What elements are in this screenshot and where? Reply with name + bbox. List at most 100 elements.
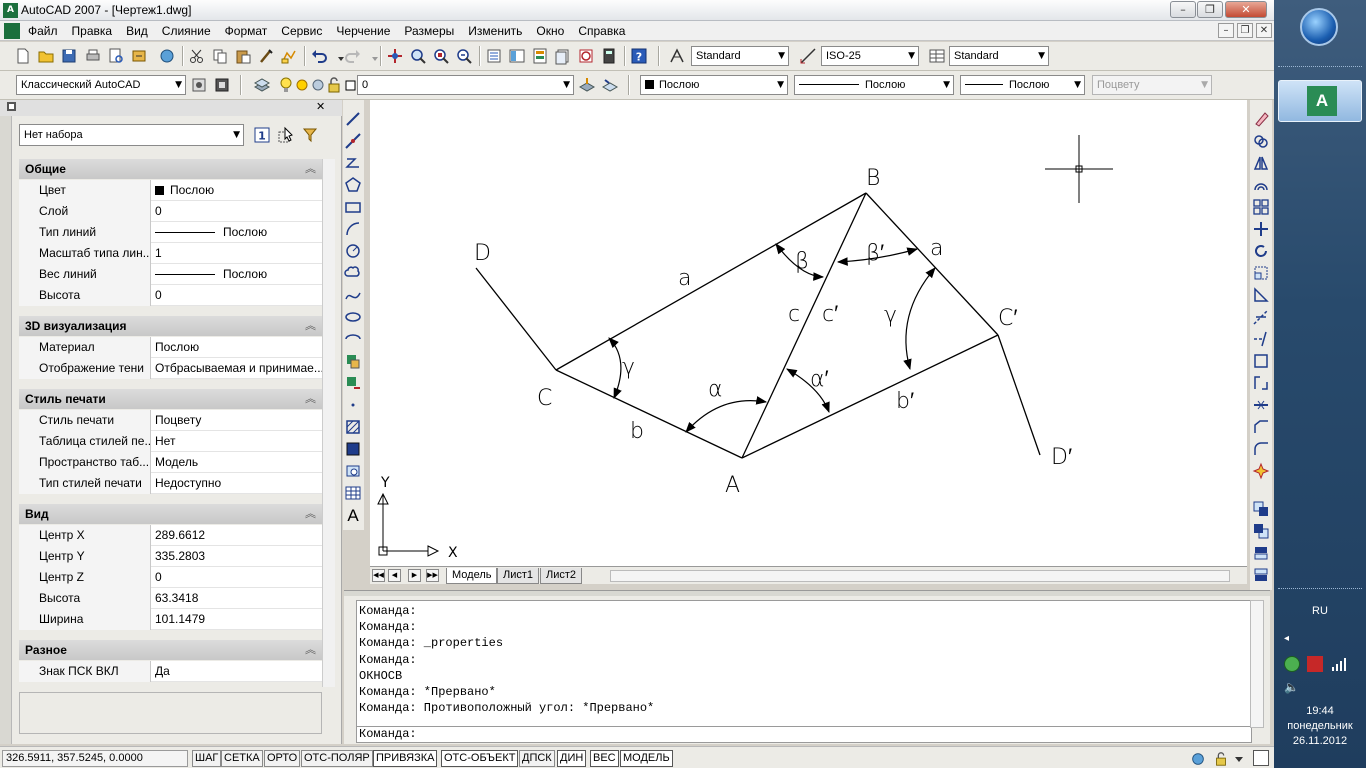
palette-scrollbar[interactable] [322, 159, 335, 687]
region-icon[interactable] [344, 462, 362, 480]
close-button[interactable]: ✕ [1225, 1, 1267, 18]
revision-cloud-icon[interactable] [344, 264, 362, 282]
paste-icon[interactable] [234, 47, 252, 65]
status-toggle-2[interactable]: ОРТО [264, 750, 301, 767]
property-value[interactable]: Недоступно [152, 473, 322, 494]
menu-item-1[interactable]: Правка [72, 24, 113, 38]
arc-icon[interactable] [344, 220, 362, 238]
explode-icon[interactable] [1252, 462, 1270, 480]
pan-realtime-icon[interactable] [386, 47, 404, 65]
table-style-icon[interactable] [928, 47, 946, 65]
doc-close-button[interactable]: ✕ [1256, 23, 1272, 38]
taskbar-autocad-button[interactable]: A [1278, 80, 1362, 122]
zoom-realtime-icon[interactable] [409, 47, 427, 65]
block-editor-icon[interactable] [280, 47, 298, 65]
property-row-general-4[interactable]: Вес линий Послою [19, 264, 322, 285]
document-icon[interactable] [4, 23, 20, 39]
help-icon[interactable]: ? [630, 47, 648, 65]
property-row-plot-2[interactable]: Пространство таб... Модель [19, 452, 322, 473]
volume-icon[interactable]: 🔈 [1284, 680, 1300, 696]
property-value[interactable]: Послою [152, 180, 322, 201]
status-toggle-8[interactable]: ВЕС [590, 750, 619, 767]
property-row-view-1[interactable]: Центр Y 335.2803 [19, 546, 322, 567]
redo-dropdown-icon[interactable] [366, 50, 378, 68]
property-value[interactable]: 1 [152, 243, 322, 264]
property-row-general-0[interactable]: Цвет Послою [19, 180, 322, 201]
angle-arc-gammap-cp[interactable] [903, 267, 936, 371]
command-input[interactable]: Команда: [356, 726, 1252, 743]
my-workspace-icon[interactable] [213, 76, 231, 94]
offset-icon[interactable] [1252, 176, 1270, 194]
doc-minimize-button[interactable]: – [1218, 23, 1234, 38]
workspace-settings-icon[interactable] [190, 76, 208, 94]
property-value[interactable]: Поцвету [152, 410, 322, 431]
property-value[interactable]: Да [152, 661, 322, 682]
status-toggle-6[interactable]: ДПСК [519, 750, 555, 767]
lineweight-control-combo[interactable]: Послою ▼ [960, 75, 1085, 95]
collapse-icon[interactable]: ︽ [305, 389, 316, 409]
horizontal-scrollbar[interactable] [610, 570, 1230, 582]
workspace-combo[interactable]: Классический AutoCAD ▼ [16, 75, 186, 95]
tab-layout2[interactable]: Лист2 [540, 568, 583, 584]
toggle-pickadd-icon[interactable]: 1 [253, 126, 271, 144]
communication-center-icon[interactable] [1190, 751, 1206, 767]
next-tab-button[interactable]: ▶ [408, 569, 421, 582]
gradient-icon[interactable] [344, 440, 362, 458]
spline-icon[interactable] [344, 286, 362, 304]
property-row-view-4[interactable]: Ширина 101.1479 [19, 609, 322, 630]
extend-icon[interactable] [1252, 330, 1270, 348]
palette-title-strip[interactable] [0, 116, 12, 744]
category-3d-visualization[interactable]: 3D визуализация ︽ [19, 316, 322, 336]
property-row-general-2[interactable]: Тип линий Послою [19, 222, 322, 243]
property-value[interactable]: 0 [152, 285, 322, 306]
menu-item-9[interactable]: Окно [536, 24, 564, 38]
ellipse-arc-icon[interactable] [344, 330, 362, 348]
plot-preview-icon[interactable] [107, 47, 125, 65]
text-style-combo[interactable]: Standard ▼ [691, 46, 789, 66]
tray-expand-icon[interactable]: ◂ [1284, 633, 1289, 644]
make-layer-current-icon[interactable] [578, 76, 596, 94]
rotate-icon[interactable] [1252, 242, 1270, 260]
multiline-text-icon[interactable]: A [344, 506, 362, 525]
palette-options-icon[interactable] [7, 102, 16, 111]
insert-block-icon[interactable] [344, 352, 362, 370]
property-value[interactable]: Послою [152, 264, 322, 285]
menu-item-2[interactable]: Вид [126, 24, 148, 38]
category-misc[interactable]: Разное ︽ [19, 640, 322, 660]
property-row-viz3d-0[interactable]: Материал Послою [19, 337, 322, 358]
doc-restore-button[interactable]: ❐ [1237, 23, 1253, 38]
save-icon[interactable] [60, 47, 78, 65]
menu-item-3[interactable]: Слияние [162, 24, 211, 38]
linetype-control-combo[interactable]: Послою ▼ [794, 75, 954, 95]
menu-item-6[interactable]: Черчение [336, 24, 390, 38]
properties-icon[interactable] [485, 47, 503, 65]
erase-icon[interactable] [1252, 110, 1270, 128]
layer-properties-icon[interactable] [253, 76, 271, 94]
publish-icon[interactable] [130, 47, 148, 65]
start-orb-icon[interactable] [1300, 8, 1338, 46]
category-general[interactable]: Общие ︽ [19, 159, 322, 179]
rectangle-icon[interactable] [344, 198, 362, 216]
property-row-plot-3[interactable]: Тип стилей печати Недоступно [19, 473, 322, 494]
property-value[interactable]: 289.6612 [152, 525, 322, 546]
menu-item-10[interactable]: Справка [578, 24, 625, 38]
drawing-canvas[interactable]: B D C A C′ D′ a b c c′ a b′ β β′ γ γ α α… [370, 100, 1247, 566]
line-dc[interactable] [475, 267, 557, 371]
mirror-icon[interactable] [1252, 154, 1270, 172]
undo-dropdown-icon[interactable] [332, 50, 344, 68]
circle-icon[interactable] [344, 242, 362, 260]
zoom-window-icon[interactable] [432, 47, 450, 65]
break-at-point-icon[interactable] [1252, 352, 1270, 370]
menu-item-4[interactable]: Формат [225, 24, 268, 38]
plot-icon[interactable] [84, 47, 102, 65]
last-tab-button[interactable]: ▶▶ [426, 569, 439, 582]
tray-app-icon[interactable] [1284, 656, 1300, 672]
hatch-icon[interactable] [344, 418, 362, 436]
color-control-combo[interactable]: Послою ▼ [640, 75, 788, 95]
table-style-combo[interactable]: Standard ▼ [949, 46, 1049, 66]
open-folder-icon[interactable] [37, 47, 55, 65]
fillet-icon[interactable] [1252, 440, 1270, 458]
status-toggle-0[interactable]: ШАГ [192, 750, 222, 767]
polyline-icon[interactable] [344, 154, 362, 172]
lock-toolbars-icon[interactable] [1213, 751, 1229, 767]
